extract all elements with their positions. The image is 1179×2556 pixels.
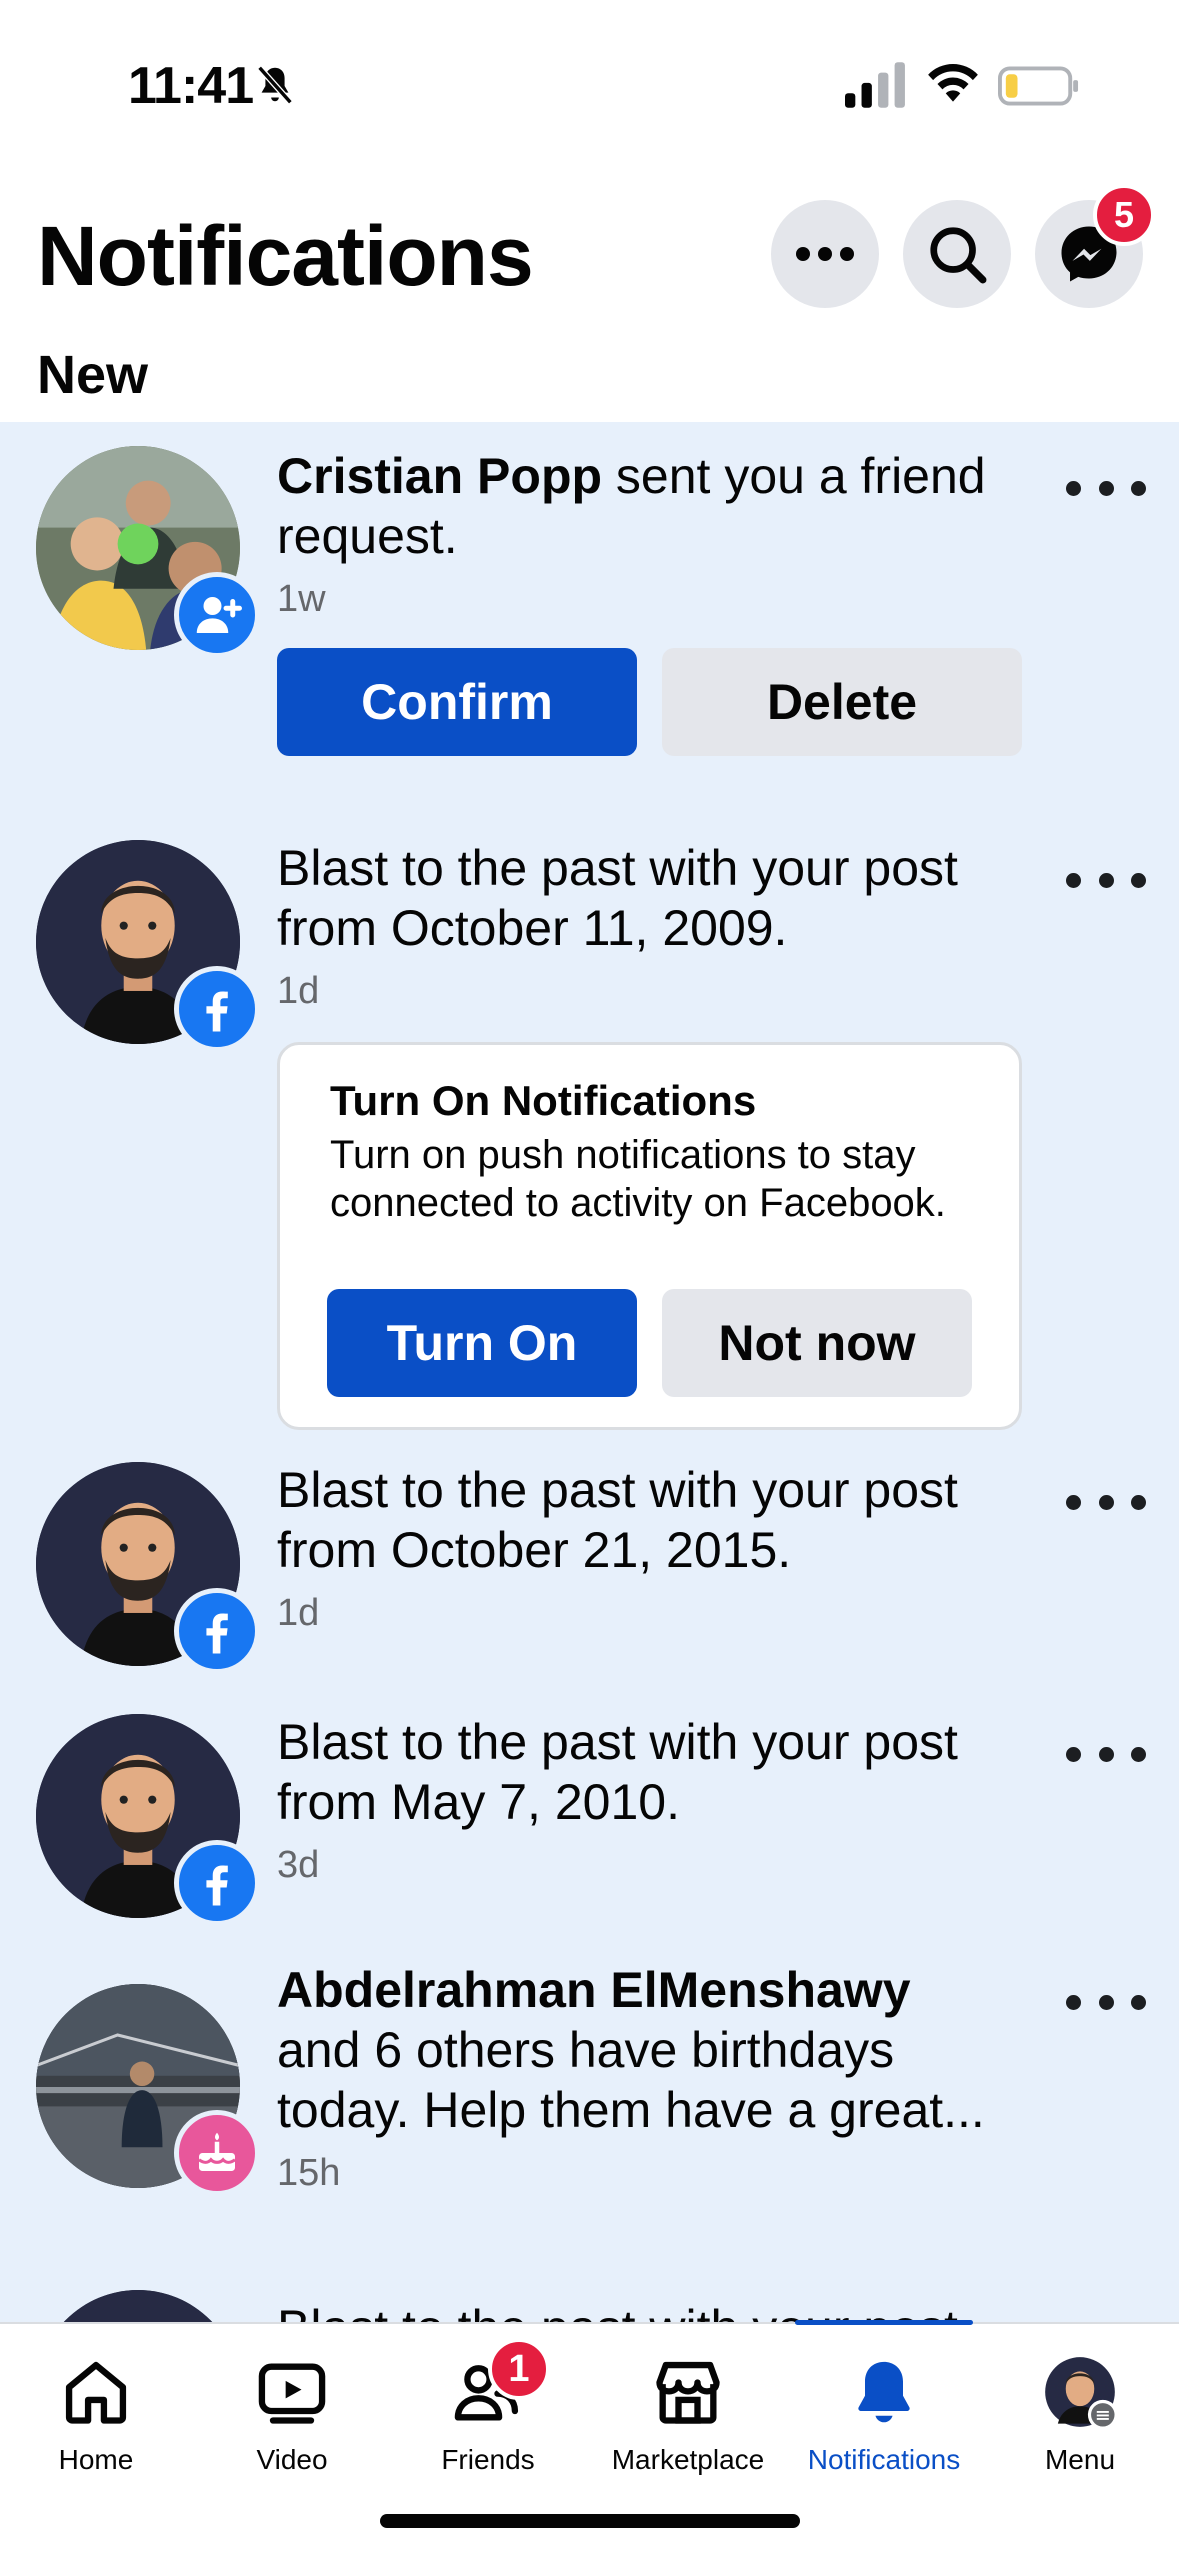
cartoon-avatar xyxy=(36,2290,240,2322)
notification-list: Cristian Popp sent you a friend request.… xyxy=(0,422,1179,2322)
marketplace-icon xyxy=(650,2354,726,2430)
status-time: 11:41 xyxy=(128,57,254,115)
home-indicator xyxy=(380,2514,800,2528)
notification-item-memory[interactable]: Blast to the past with your post from Oc… xyxy=(0,1452,1179,1704)
facebook-f-icon xyxy=(206,1865,228,1906)
tab-label: Friends xyxy=(441,2444,535,2475)
notification-options-button[interactable] xyxy=(1066,860,1146,900)
active-tab-indicator xyxy=(795,2320,973,2325)
notification-text: Blast to the past with your post from Ma… xyxy=(277,1714,958,1830)
notification-time: 1w xyxy=(277,578,326,620)
facebook-f-icon xyxy=(206,1613,228,1654)
notification-sender: Abdelrahman ElMenshawy xyxy=(277,1962,911,2018)
friends-badge: 1 xyxy=(488,2338,550,2400)
signal-icon xyxy=(845,62,905,108)
turn-on-notifications-card: Turn On Notifications Turn on push notif… xyxy=(277,1042,1022,1430)
menu-avatar-icon xyxy=(1042,2354,1118,2430)
notification-time: 1d xyxy=(277,1592,320,1634)
more-horizontal-icon xyxy=(796,247,854,261)
more-options-button[interactable] xyxy=(771,200,879,308)
notification-item-memory[interactable]: Blast to the past with your post from Ma… xyxy=(0,1704,1179,1954)
birthday-cake-icon xyxy=(198,2132,236,2171)
notification-item-birthdays[interactable]: Abdelrahman ElMenshawy and 6 others have… xyxy=(0,1954,1179,2254)
home-icon xyxy=(58,2354,134,2430)
notification-text: Blast to the past with your post xyxy=(277,2298,1037,2322)
add-friend-icon xyxy=(196,597,242,633)
tab-label: Menu xyxy=(1044,2444,1116,2475)
notification-time: 3d xyxy=(277,1844,320,1886)
tab-label: Notifications xyxy=(807,2444,961,2475)
notification-options-button[interactable] xyxy=(1066,1982,1146,2022)
tab-home[interactable]: Home xyxy=(0,2324,194,2475)
notification-sender: Cristian Popp xyxy=(277,448,603,504)
notification-item-memory[interactable]: Blast to the past with your post xyxy=(0,2254,1179,2322)
tab-video[interactable]: Video xyxy=(194,2324,390,2475)
notification-options-button[interactable] xyxy=(1066,468,1146,508)
notification-options-button[interactable] xyxy=(1066,1734,1146,1774)
tab-label: Home xyxy=(58,2444,134,2475)
confirm-button[interactable]: Confirm xyxy=(277,648,637,756)
notification-text: Cristian Popp sent you a friend request. xyxy=(277,448,986,564)
notification-options-button[interactable] xyxy=(1066,1482,1146,1522)
not-now-button[interactable]: Not now xyxy=(662,1289,972,1397)
facebook-f-icon xyxy=(206,991,228,1032)
bell-icon xyxy=(846,2354,922,2430)
page-title: Notifications xyxy=(37,209,534,303)
messenger-badge: 5 xyxy=(1093,184,1155,246)
turn-on-button[interactable]: Turn On xyxy=(327,1289,637,1397)
delete-button[interactable]: Delete xyxy=(662,648,1022,756)
facebook-badge xyxy=(174,1588,260,1674)
wifi-icon xyxy=(928,63,978,102)
tab-label: Video xyxy=(256,2444,328,2475)
tab-marketplace[interactable]: Marketplace xyxy=(590,2324,786,2475)
notification-text: Blast to the past with your post from Oc… xyxy=(277,1462,958,1578)
notification-text: Abdelrahman ElMenshawy and 6 others have… xyxy=(277,1962,985,2138)
tab-menu[interactable]: Menu xyxy=(982,2324,1178,2475)
bell-muted-icon xyxy=(257,65,293,105)
section-label-new: New xyxy=(37,345,149,405)
facebook-badge xyxy=(174,966,260,1052)
birthday-badge xyxy=(174,2110,260,2196)
notification-item-friend-request[interactable]: Cristian Popp sent you a friend request.… xyxy=(0,422,1179,814)
tab-notifications[interactable]: Notifications xyxy=(786,2324,982,2475)
status-bar: 11:41 xyxy=(0,0,1179,150)
notification-time: 1d xyxy=(277,970,320,1012)
search-button[interactable] xyxy=(903,200,1011,308)
search-icon xyxy=(930,227,987,284)
tab-label: Marketplace xyxy=(611,2444,765,2475)
facebook-badge xyxy=(174,1840,260,1926)
friend-request-badge xyxy=(174,572,260,658)
video-icon xyxy=(254,2354,330,2430)
notification-text: Blast to the past with your post from Oc… xyxy=(277,840,958,956)
battery-icon xyxy=(998,66,1079,106)
notification-time: 15h xyxy=(277,2152,341,2194)
prompt-body: Turn on push notifications to stay conne… xyxy=(330,1133,946,1225)
avatar-user xyxy=(36,2290,240,2322)
tab-friends[interactable]: Friends xyxy=(390,2324,586,2475)
prompt-title: Turn On Notifications xyxy=(330,1077,757,1124)
